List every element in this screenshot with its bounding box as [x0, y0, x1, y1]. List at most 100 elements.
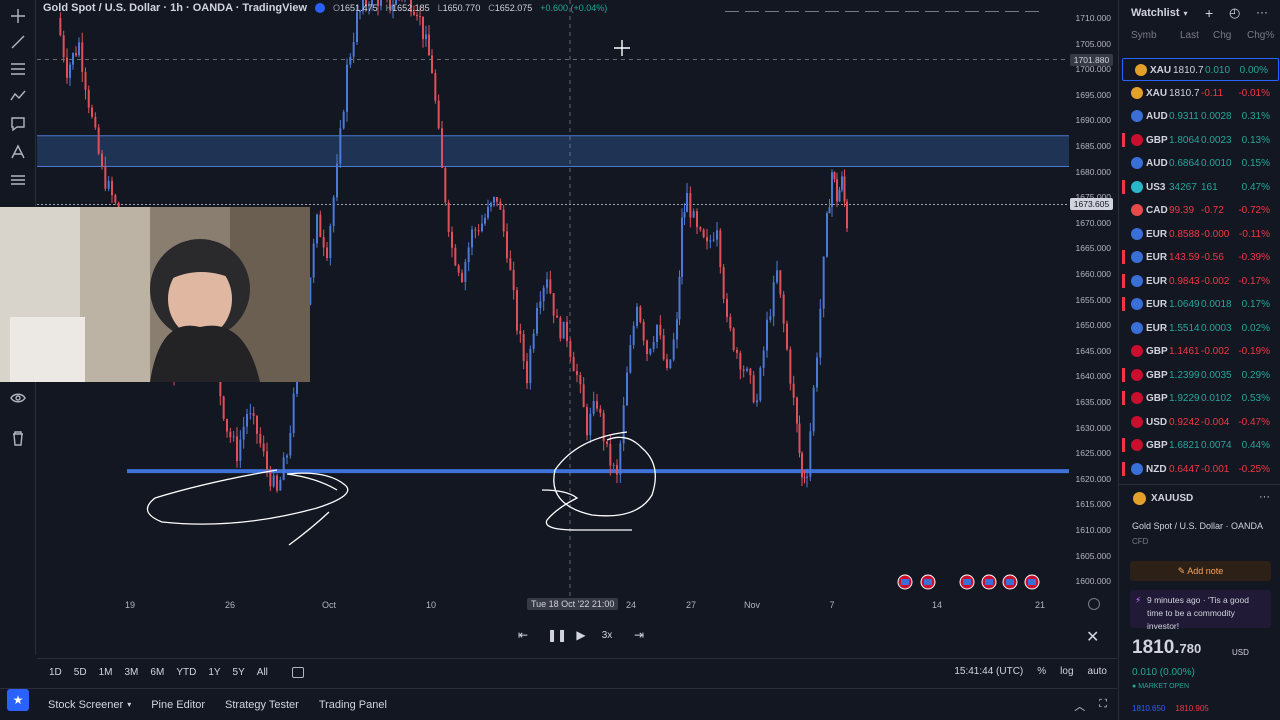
symbol-title[interactable]: Gold Spot / U.S. Dollar · 1h · OANDA · T…	[43, 2, 307, 14]
utc-clock[interactable]: 15:41:44 (UTC)	[954, 666, 1023, 677]
candle-body	[471, 229, 473, 248]
watchlist-row[interactable]: GBP 1.6821 0.0074 0.44%	[1119, 434, 1280, 457]
replay-step-icon[interactable]: ▶	[573, 628, 589, 644]
eye-icon[interactable]	[8, 388, 28, 408]
draw-tool-1-icon[interactable]	[725, 2, 739, 12]
range-ytd[interactable]: YTD	[176, 667, 196, 678]
candle-body	[706, 237, 708, 242]
candle-body	[803, 477, 806, 479]
range-1m[interactable]: 1M	[99, 667, 113, 678]
watchlist-row[interactable]: EUR 1.0649 0.0018 0.17%	[1119, 293, 1280, 316]
detail-symbol[interactable]: XAUUSD	[1151, 493, 1193, 504]
log-toggle[interactable]: log	[1060, 666, 1073, 677]
goto-date-icon[interactable]	[291, 667, 304, 678]
trash-icon[interactable]	[8, 428, 28, 448]
more-icon[interactable]: ···	[1256, 5, 1268, 19]
tab-stock-screener[interactable]: Stock Screener	[48, 699, 123, 711]
row-chg-pct: -0.11%	[1239, 228, 1270, 240]
measure-tool-icon[interactable]	[8, 142, 28, 162]
replay-controls: ⇤ ❚❚ ▶ 3x ⇥ ✕	[37, 622, 1117, 650]
more-icon[interactable]: ···	[1259, 491, 1270, 503]
range-1y[interactable]: 1Y	[208, 667, 220, 678]
tab-trading-panel[interactable]: Trading Panel	[319, 699, 387, 711]
range-6m[interactable]: 6M	[150, 667, 164, 678]
draw-tool-13-icon[interactable]	[965, 2, 979, 12]
col-symbol[interactable]: Symb	[1131, 30, 1157, 41]
row-chg: -0.11	[1201, 87, 1224, 99]
draw-tool-2-icon[interactable]	[745, 2, 759, 12]
watchlist-row[interactable]: EUR 1.5514 0.0003 0.02%	[1119, 317, 1280, 340]
watchlist-row[interactable]: XAU 1810.7 0.010 0.00%	[1122, 58, 1279, 81]
range-1d[interactable]: 1D	[49, 667, 62, 678]
tab-pine-editor[interactable]: Pine Editor	[151, 699, 205, 711]
draw-tool-10-icon[interactable]	[905, 2, 919, 12]
axis-settings-icon[interactable]	[1088, 598, 1100, 610]
close-icon[interactable]: ✕	[1086, 627, 1099, 647]
chevron-down-icon[interactable]: ▾	[127, 700, 131, 709]
pattern-tool-icon[interactable]	[8, 86, 28, 106]
clock-icon[interactable]: ◴	[1229, 5, 1240, 21]
candle-body	[75, 53, 77, 56]
draw-tool-9-icon[interactable]	[885, 2, 899, 12]
candle-body	[772, 282, 775, 317]
symbol-header: Gold Spot / U.S. Dollar · 1h · OANDA · T…	[43, 0, 607, 16]
range-5d[interactable]: 5D	[74, 667, 87, 678]
crosshair-tool-icon[interactable]	[8, 6, 28, 26]
fib-retracement-icon[interactable]	[8, 170, 28, 190]
draw-tool-11-icon[interactable]	[925, 2, 939, 12]
fib-tool-icon[interactable]	[8, 59, 28, 79]
percent-toggle[interactable]: %	[1037, 666, 1046, 677]
replay-pause-icon[interactable]: ❚❚	[547, 628, 567, 644]
draw-tool-16-icon[interactable]	[1025, 2, 1039, 12]
draw-tool-3-icon[interactable]	[765, 2, 779, 12]
watchlist-row[interactable]: EUR 0.9843 -0.002 -0.17%	[1119, 270, 1280, 293]
add-symbol-icon[interactable]: +	[1205, 5, 1213, 21]
range-5y[interactable]: 5Y	[233, 667, 245, 678]
time-axis[interactable]: Tue 18 Oct '22 21:00 19 26 Oct 10 24 27 Nov 7 14…	[37, 596, 1069, 614]
draw-tool-7-icon[interactable]	[845, 2, 859, 12]
watchlist-row[interactable]: AUD 0.9311 0.0028 0.31%	[1119, 105, 1280, 128]
tab-strategy-tester[interactable]: Strategy Tester	[225, 699, 299, 711]
price-axis[interactable]: 1710.000 1705.000 1700.000 1695.000 1690.000…	[1069, 0, 1117, 596]
replay-select-bar-icon[interactable]: ⇤	[515, 628, 531, 644]
trendline-tool-icon[interactable]	[8, 32, 28, 52]
row-chg-pct: 0.53%	[1241, 393, 1270, 404]
draw-tool-8-icon[interactable]	[865, 2, 879, 12]
draw-tool-12-icon[interactable]	[945, 2, 959, 12]
maximize-panel-icon[interactable]: ⛶	[1099, 698, 1107, 714]
col-last[interactable]: Last	[1180, 30, 1199, 41]
col-chg-pct[interactable]: Chg%	[1247, 30, 1274, 41]
draw-tool-5-icon[interactable]	[805, 2, 819, 12]
replay-speed[interactable]: 3x	[597, 630, 617, 646]
watchlist-row[interactable]: GBP 1.9229 0.0102 0.53%	[1119, 387, 1280, 410]
watchlist-title[interactable]: Watchlist	[1131, 7, 1180, 19]
watchlist-row[interactable]: US3 34267 161 0.47%	[1119, 176, 1280, 199]
watchlist-row[interactable]: GBP 1.1461 -0.002 -0.19%	[1119, 340, 1280, 363]
range-3m[interactable]: 3M	[125, 667, 139, 678]
price-label: 1685.000	[1075, 141, 1111, 151]
auto-toggle[interactable]: auto	[1088, 666, 1107, 677]
watchlist-row[interactable]: GBP 1.8064 0.0023 0.13%	[1119, 129, 1280, 152]
draw-tool-4-icon[interactable]	[785, 2, 799, 12]
watchlist-row[interactable]: XAU 1810.7 -0.11 -0.01%	[1119, 82, 1280, 105]
news-headline[interactable]: ⚡ 9 minutes ago · 'Tis a good time to be …	[1130, 590, 1271, 631]
watchlist-row[interactable]: USD 0.9242 -0.004 -0.47%	[1119, 411, 1280, 434]
range-all[interactable]: All	[257, 667, 268, 678]
draw-tool-6-icon[interactable]	[825, 2, 839, 12]
collapse-panel-icon[interactable]: ︿	[1074, 698, 1085, 714]
col-chg[interactable]: Chg	[1213, 30, 1231, 41]
text-tool-icon[interactable]	[8, 114, 28, 134]
watchlist-row[interactable]: GBP 1.2399 0.0035 0.29%	[1119, 364, 1280, 387]
replay-jump-icon[interactable]: ⇥	[631, 628, 647, 644]
chevron-down-icon[interactable]: ▾	[1184, 9, 1188, 18]
draw-tool-15-icon[interactable]	[1005, 2, 1019, 12]
watchlist-row[interactable]: EUR 143.59 -0.56 -0.39%	[1119, 246, 1280, 269]
draw-tool-14-icon[interactable]	[985, 2, 999, 12]
add-note-button[interactable]: ✎ Add note	[1130, 561, 1271, 581]
watchlist-row[interactable]: NZD 0.6447 -0.001 -0.25%	[1119, 458, 1280, 481]
row-chg-pct: -0.17%	[1238, 275, 1270, 287]
watchlist-row[interactable]: AUD 0.6864 0.0010 0.15%	[1119, 152, 1280, 175]
tradingview-logo-icon[interactable]: ★	[7, 689, 29, 711]
watchlist-row[interactable]: EUR 0.8588 -0.000 -0.11%	[1119, 223, 1280, 246]
watchlist-row[interactable]: CAD 99.39 -0.72 -0.72%	[1119, 199, 1280, 222]
